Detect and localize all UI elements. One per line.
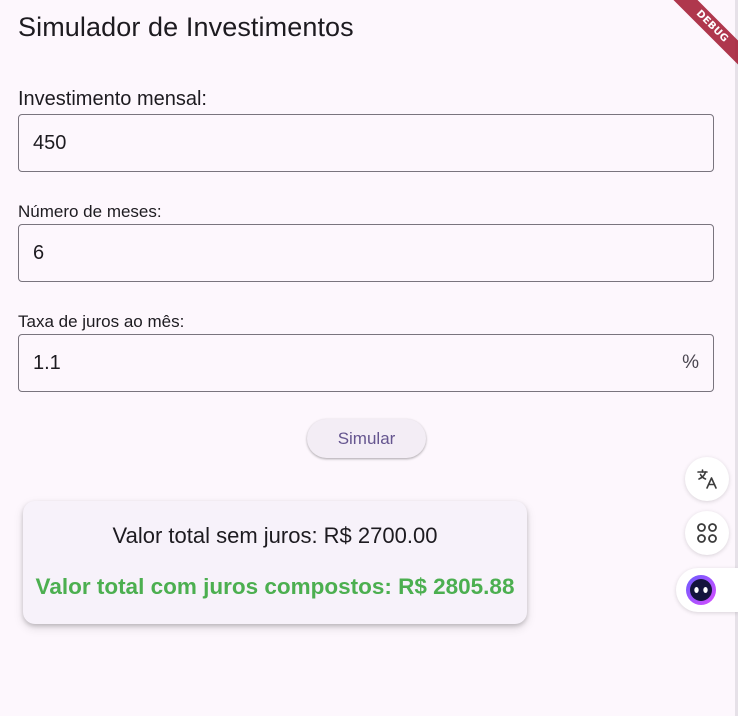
interest-rate-field[interactable]: % [18, 334, 714, 392]
months-field[interactable] [18, 224, 714, 282]
debug-banner: DEBUG [658, 0, 738, 80]
interest-rate-input[interactable] [33, 335, 673, 391]
result-card: Valor total sem juros: R$ 2700.00 Valor … [23, 501, 527, 624]
page-title: Simulador de Investimentos [18, 12, 354, 42]
monthly-investment-input[interactable] [33, 115, 673, 171]
translate-button[interactable] [685, 457, 729, 501]
apps-icon [697, 523, 717, 543]
monthly-investment-field[interactable] [18, 114, 714, 172]
compound-total-text: Valor total com juros compostos: R$ 2805… [35, 574, 515, 599]
debug-banner-label: DEBUG [670, 0, 738, 68]
interest-rate-label: Taxa de juros ao mês: [18, 312, 185, 331]
assistant-button[interactable] [676, 568, 738, 612]
translate-icon [697, 469, 717, 489]
simulate-button[interactable]: Simular [307, 419, 426, 458]
monthly-investment-label: Investimento mensal: [18, 88, 207, 110]
assistant-icon [686, 575, 716, 605]
simple-total-text: Valor total sem juros: R$ 2700.00 [112, 523, 438, 548]
months-label: Número de meses: [18, 202, 162, 221]
months-input[interactable] [33, 225, 673, 281]
percent-suffix: % [682, 352, 699, 373]
apps-button[interactable] [685, 511, 729, 555]
